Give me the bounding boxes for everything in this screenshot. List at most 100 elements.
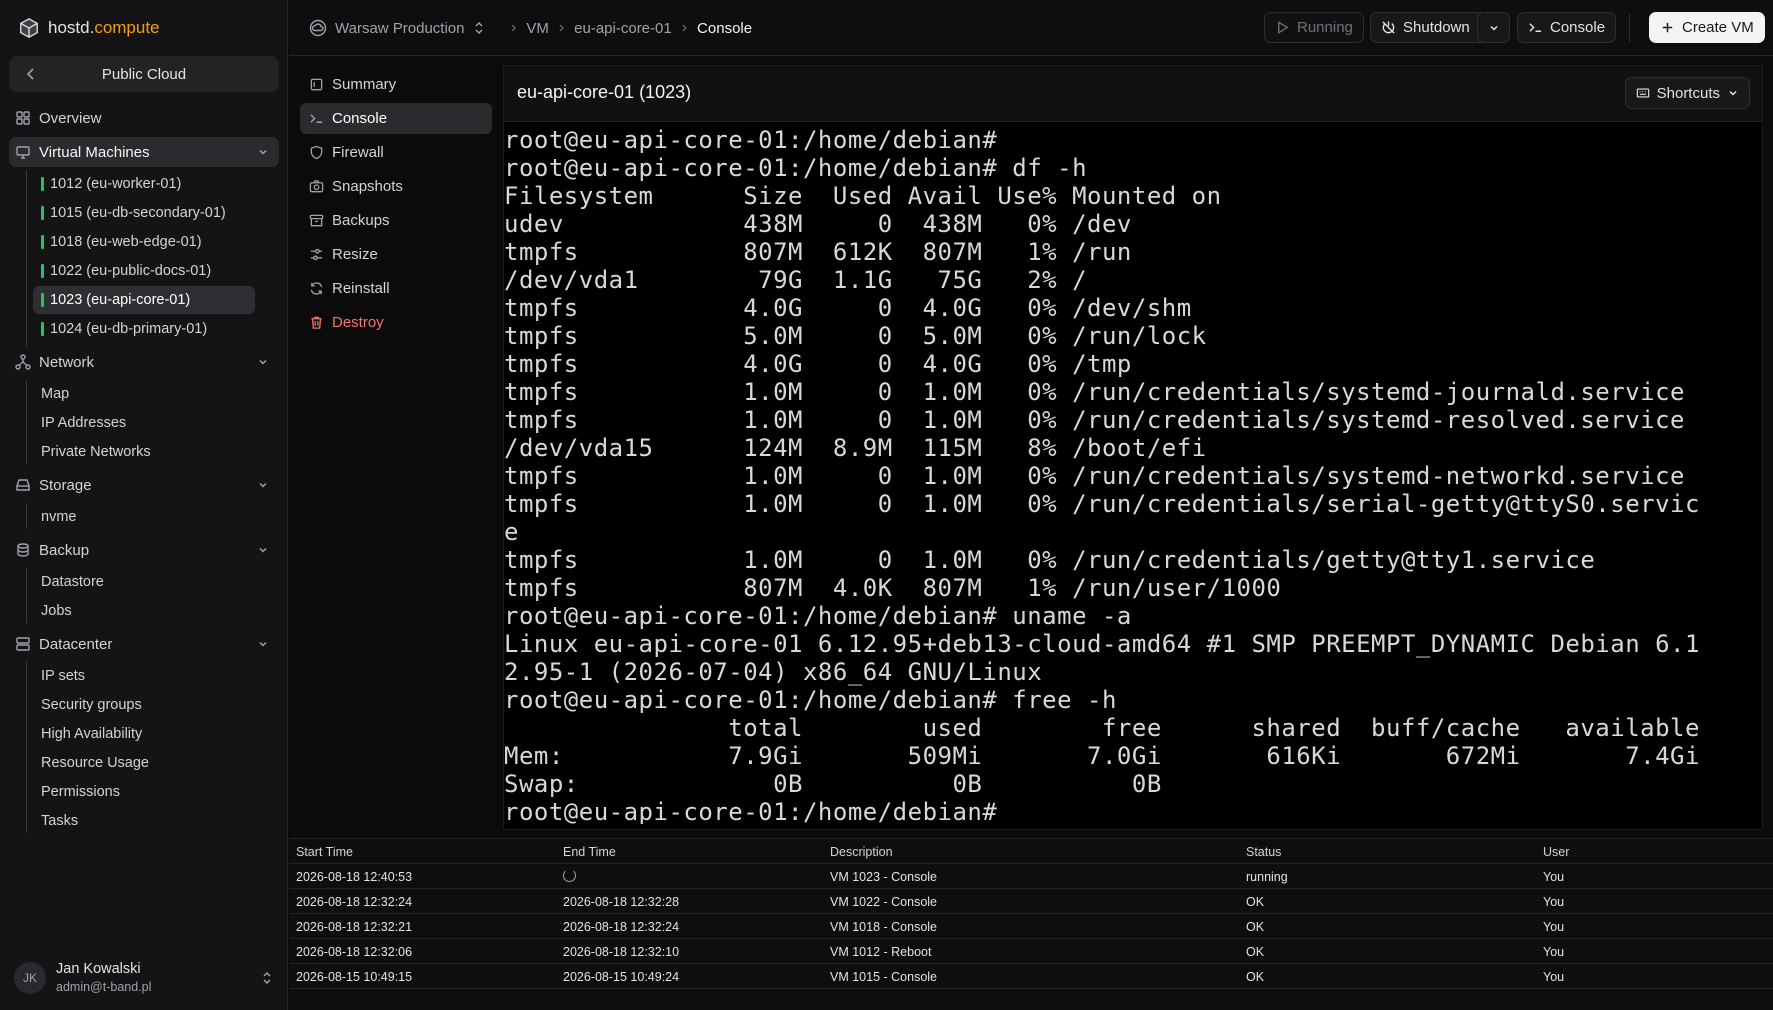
tree-line bbox=[26, 568, 27, 623]
datacenter-switcher[interactable]: Warsaw Production bbox=[309, 16, 485, 40]
sliders-icon bbox=[310, 248, 323, 261]
nav-network[interactable]: Network bbox=[9, 347, 279, 377]
play-icon bbox=[1278, 21, 1289, 34]
terminal-line: /dev/vda15 124M 8.9M 115M 8% /boot/efi bbox=[504, 434, 1207, 462]
breadcrumb-vm[interactable]: VM bbox=[526, 20, 549, 37]
subnav-reinstall[interactable]: Reinstall bbox=[300, 273, 492, 304]
terminal-screen[interactable]: root@eu-api-core-01:/home/debian# root@eu… bbox=[504, 124, 1760, 824]
col-start-time[interactable]: Start Time bbox=[296, 845, 353, 859]
terminal-line: 2.95-1 (2026-07-04) x86_64 GNU/Linux bbox=[504, 658, 1043, 686]
brand-logo[interactable]: hostd.compute bbox=[18, 16, 160, 40]
vm-item-1023[interactable]: 1023 (eu-api-core-01) bbox=[33, 286, 255, 314]
tree-line bbox=[26, 380, 27, 464]
vm-item-1022[interactable]: 1022 (eu-public-docs-01) bbox=[33, 257, 255, 285]
cell-status: running bbox=[1246, 870, 1288, 884]
cell-end: 2026-08-18 12:32:10 bbox=[563, 945, 680, 959]
subnav-resize[interactable]: Resize bbox=[300, 239, 492, 270]
console-panel: eu-api-core-01 (1023) Shortcuts root@eu-… bbox=[503, 65, 1763, 830]
monitor-icon bbox=[16, 146, 30, 159]
breadcrumb-vm-name[interactable]: eu-api-core-01 bbox=[574, 20, 672, 37]
network-private-networks[interactable]: Private Networks bbox=[33, 438, 255, 466]
subnav-summary[interactable]: Summary bbox=[300, 69, 492, 100]
vm-item-1018[interactable]: 1018 (eu-web-edge-01) bbox=[33, 228, 255, 256]
subnav-backups[interactable]: Backups bbox=[300, 205, 492, 236]
database-icon bbox=[17, 543, 29, 557]
col-end-time[interactable]: End Time bbox=[563, 845, 616, 859]
terminal-line: root@eu-api-core-01:/home/debian# bbox=[504, 798, 998, 824]
backup-jobs[interactable]: Jobs bbox=[33, 597, 255, 625]
keyboard-icon bbox=[1636, 88, 1649, 98]
datacenter-ip-sets[interactable]: IP sets bbox=[33, 662, 255, 690]
cell-status: OK bbox=[1246, 970, 1265, 984]
storage-nvme[interactable]: nvme bbox=[33, 503, 255, 531]
terminal-line: root@eu-api-core-01:/home/debian# bbox=[504, 126, 998, 154]
cell-end: 2026-08-15 10:49:24 bbox=[563, 970, 680, 984]
nav-datacenter[interactable]: Datacenter bbox=[9, 629, 279, 659]
datacenter-permissions[interactable]: Permissions bbox=[33, 778, 255, 806]
table-row[interactable]: 2026-08-18 12:32:21 2026-08-18 12:32:24 VM… bbox=[289, 914, 1773, 939]
datacenter-security-groups[interactable]: Security groups bbox=[33, 691, 255, 719]
subnav-snapshots[interactable]: Snapshots bbox=[300, 171, 492, 202]
network-icon bbox=[15, 354, 31, 370]
top-bar: Warsaw Production › VM › eu-api-core-01 … bbox=[289, 0, 1773, 56]
col-user[interactable]: User bbox=[1543, 845, 1569, 859]
tree-line bbox=[26, 662, 27, 833]
scope-selector[interactable]: Public Cloud bbox=[9, 56, 279, 92]
cell-description: VM 1023 - Console bbox=[830, 870, 938, 884]
terminal-line: tmpfs 1.0M 0 1.0M 0% /run/credentials/sy… bbox=[504, 406, 1685, 434]
brand-name-a: hostd. bbox=[48, 18, 95, 37]
console-button[interactable]: Console bbox=[1517, 12, 1617, 43]
terminal-icon bbox=[1529, 23, 1542, 32]
network-map[interactable]: Map bbox=[33, 380, 255, 408]
trash-icon bbox=[311, 316, 322, 329]
subnav-destroy[interactable]: Destroy bbox=[300, 307, 492, 338]
nav-overview[interactable]: Overview bbox=[9, 103, 279, 133]
col-status[interactable]: Status bbox=[1246, 845, 1281, 859]
sub-label: IP Addresses bbox=[41, 415, 127, 431]
shutdown-label: Shutdown bbox=[1403, 19, 1470, 36]
table-row[interactable]: 2026-08-15 10:49:15 2026-08-15 10:49:24 VM… bbox=[289, 964, 1773, 989]
sub-label: IP sets bbox=[41, 668, 86, 684]
vm-item-label: 1015 (eu-db-secondary-01) bbox=[50, 205, 226, 221]
nav-virtual-machines[interactable]: Virtual Machines bbox=[9, 137, 279, 167]
vm-item-label: 1018 (eu-web-edge-01) bbox=[50, 234, 202, 250]
subnav-console[interactable]: Console bbox=[300, 103, 492, 134]
console-label: Console bbox=[1550, 19, 1606, 36]
shortcuts-button[interactable]: Shortcuts bbox=[1624, 77, 1750, 109]
subnav-firewall[interactable]: Firewall bbox=[300, 137, 492, 168]
table-row[interactable]: 2026-08-18 12:32:06 2026-08-18 12:32:10 VM… bbox=[289, 939, 1773, 964]
vm-item-1024[interactable]: 1024 (eu-db-primary-01) bbox=[33, 315, 255, 343]
terminal-line: tmpfs 1.0M 0 1.0M 0% /run/credentials/ge… bbox=[504, 546, 1596, 574]
nav-overview-label: Overview bbox=[39, 109, 102, 127]
subnav-label: Reinstall bbox=[332, 280, 390, 297]
col-description[interactable]: Description bbox=[830, 845, 893, 859]
spinner-icon bbox=[563, 869, 576, 882]
nav-virtual-machines-label: Virtual Machines bbox=[39, 143, 150, 161]
network-ip-addresses[interactable]: IP Addresses bbox=[33, 409, 255, 437]
subnav-label: Resize bbox=[332, 246, 378, 263]
terminal-line: Mem: 7.9Gi 509Mi 7.0Gi 616Ki 672Mi 7.4Gi bbox=[504, 742, 1700, 770]
plus-icon bbox=[1662, 22, 1673, 33]
user-menu[interactable]: JK Jan Kowalski admin@t-band.pl bbox=[14, 958, 274, 998]
sub-label: High Availability bbox=[41, 726, 143, 742]
nav-storage[interactable]: Storage bbox=[9, 470, 279, 500]
datacenter-high-availability[interactable]: High Availability bbox=[33, 720, 255, 748]
datacenter-resource-usage[interactable]: Resource Usage bbox=[33, 749, 255, 777]
datacenter-tasks[interactable]: Tasks bbox=[33, 807, 255, 835]
chevrons-up-down-icon bbox=[475, 22, 482, 34]
breadcrumb-current: Console bbox=[697, 19, 753, 37]
table-row[interactable]: 2026-08-18 12:32:24 2026-08-18 12:32:28 VM… bbox=[289, 889, 1773, 914]
table-row[interactable]: 2026-08-18 12:40:53 VM 1023 - Console runn… bbox=[289, 864, 1773, 889]
cell-status: OK bbox=[1246, 895, 1265, 909]
running-button[interactable]: Running bbox=[1264, 12, 1364, 43]
backup-datastore[interactable]: Datastore bbox=[33, 568, 255, 596]
vm-item-1012[interactable]: 1012 (eu-worker-01) bbox=[33, 170, 255, 198]
breadcrumb-separator-icon: › bbox=[558, 19, 565, 36]
vm-item-1015[interactable]: 1015 (eu-db-secondary-01) bbox=[33, 199, 255, 227]
sidebar: hostd.compute Public Cloud Overview Virt… bbox=[0, 0, 288, 1010]
shutdown-menu-button[interactable] bbox=[1477, 12, 1510, 43]
nav-backup[interactable]: Backup bbox=[9, 535, 279, 565]
hard-drive-icon bbox=[16, 479, 30, 491]
cube-logo-icon bbox=[20, 17, 38, 39]
create-vm-button[interactable]: Create VM bbox=[1649, 12, 1765, 43]
